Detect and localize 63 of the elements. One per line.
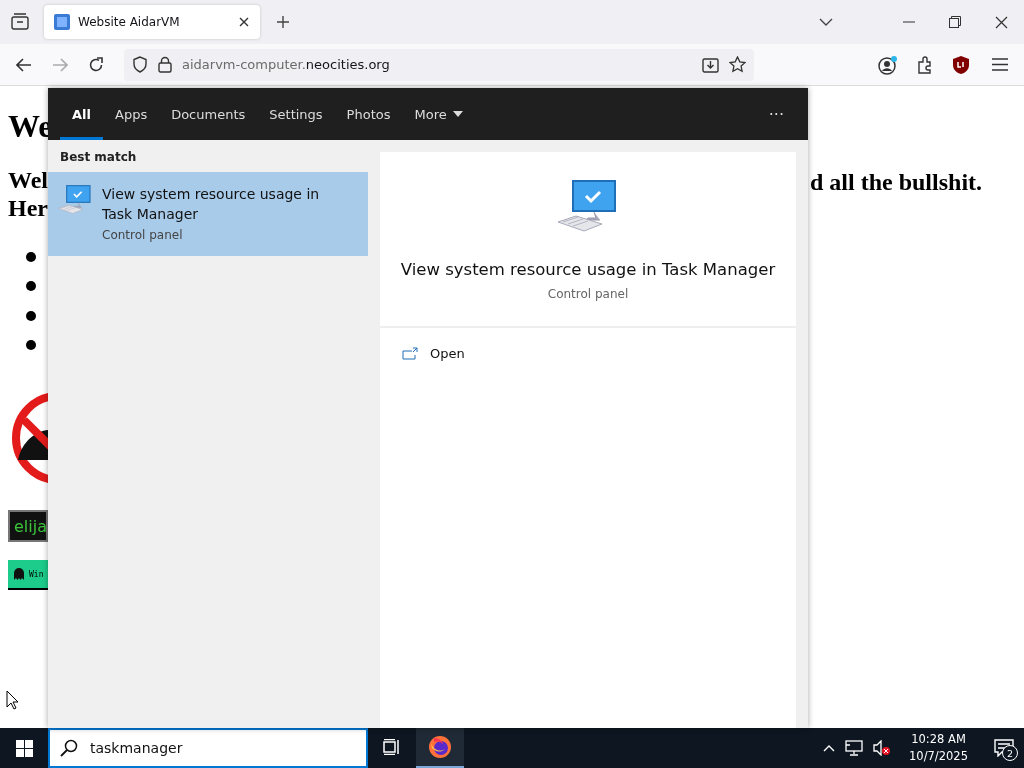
intro-text: d all the bullshit. xyxy=(810,169,983,196)
bullet-icon xyxy=(26,281,36,292)
close-icon[interactable] xyxy=(995,15,1008,29)
windows-icon xyxy=(15,739,33,757)
section-header: Best match xyxy=(59,149,138,166)
close-icon[interactable] xyxy=(238,16,250,28)
tab-list-icon[interactable] xyxy=(10,13,30,31)
preview-title: View system resource usage in Task Manager xyxy=(400,260,776,279)
search-icon xyxy=(60,739,78,757)
cursor-icon xyxy=(6,690,19,710)
bullet-icon xyxy=(26,251,36,262)
ghost-icon xyxy=(12,567,26,581)
filter-tab[interactable]: Documents xyxy=(159,88,258,140)
tab-title: Website AidarVM xyxy=(78,15,181,29)
reload-icon[interactable] xyxy=(88,56,104,73)
star-icon[interactable] xyxy=(729,56,746,73)
web-badge[interactable]: elija xyxy=(8,510,48,542)
open-icon xyxy=(402,347,418,360)
lock-icon[interactable] xyxy=(158,56,172,73)
result-title: View system resource usage in Task Manager xyxy=(102,185,321,224)
url-text[interactable]: aidarvm-computer.neocities.org xyxy=(182,57,390,72)
fox-globe-icon xyxy=(428,735,452,759)
menu-icon[interactable] xyxy=(992,58,1008,71)
more-tab[interactable]: More xyxy=(402,88,475,140)
search-field[interactable]: taskmanager xyxy=(48,728,368,768)
options-button[interactable]: ··· xyxy=(768,88,784,140)
extensions-icon[interactable] xyxy=(916,55,934,74)
site-icon xyxy=(54,14,70,30)
intro-text: Her xyxy=(8,194,48,222)
intro-text: Wel xyxy=(8,166,48,194)
shield-icon[interactable] xyxy=(132,56,148,73)
computer-icon xyxy=(58,184,92,214)
web-button[interactable]: Win xyxy=(8,560,48,590)
new-tab-icon[interactable] xyxy=(276,15,290,29)
notifications-button[interactable]: 2 xyxy=(990,735,1018,761)
result-subtitle: Control panel xyxy=(102,228,184,242)
caret-icon xyxy=(452,111,463,117)
bullet-icon xyxy=(26,340,36,351)
preview-subtitle: Control panel xyxy=(547,287,629,301)
task-view-icon xyxy=(383,739,401,755)
search-result[interactable]: View system resource usage in Task Manager Control panel xyxy=(48,172,368,256)
shield-extension-icon[interactable] xyxy=(952,54,970,75)
prohibition-sign-icon xyxy=(10,390,48,486)
open-action[interactable]: Open xyxy=(380,328,487,379)
chevron-up-icon[interactable] xyxy=(823,744,836,752)
account-icon[interactable] xyxy=(878,54,898,75)
taskbar-app[interactable] xyxy=(416,728,464,768)
filter-tab[interactable]: Apps xyxy=(103,88,160,140)
message-icon xyxy=(994,739,1014,757)
network-icon[interactable] xyxy=(845,740,864,756)
browser-tab[interactable]: Website AidarVM xyxy=(44,5,260,39)
bullet-icon xyxy=(26,310,36,321)
clock[interactable]: 10:28 AM 10/7/2025 xyxy=(909,731,968,765)
back-icon[interactable] xyxy=(16,57,32,72)
restore-icon[interactable] xyxy=(949,16,961,28)
computer-icon xyxy=(558,178,618,232)
filter-tab[interactable]: Settings xyxy=(257,88,335,140)
download-icon[interactable] xyxy=(702,56,719,73)
notification-count: 2 xyxy=(1002,745,1018,761)
button-label: Win xyxy=(29,569,44,579)
chevron-down-icon[interactable] xyxy=(819,18,833,26)
filter-tab[interactable]: Photos xyxy=(334,88,403,140)
volume-muted-icon[interactable] xyxy=(873,740,892,756)
